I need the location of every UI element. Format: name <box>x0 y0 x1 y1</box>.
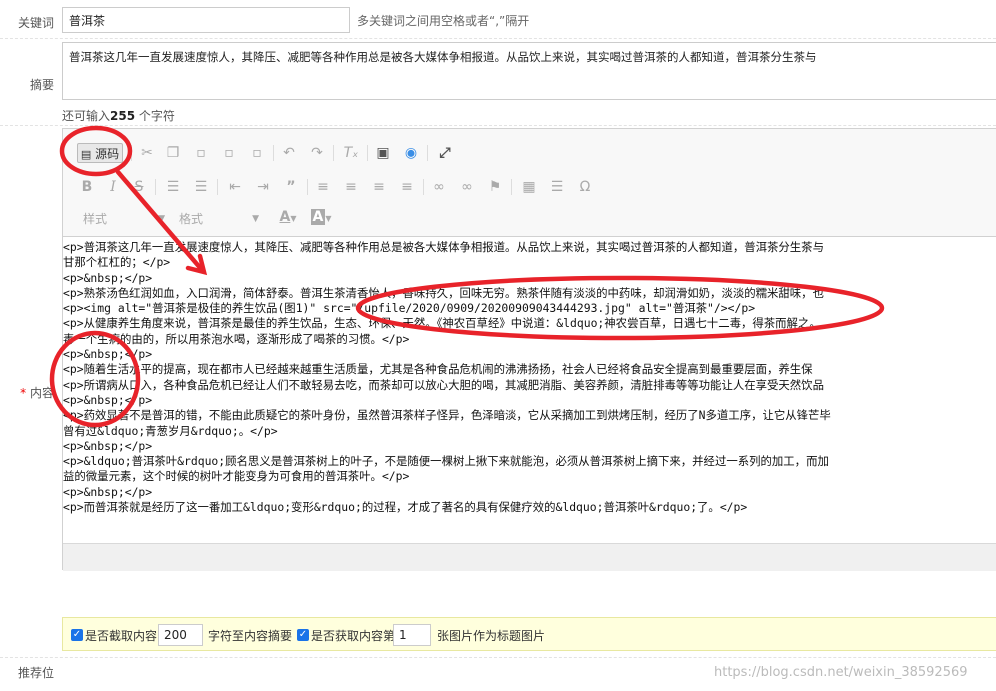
source-code-area[interactable]: <p>普洱茶这几年一直发展速度惊人，其降压、减肥等各种作用总是被各大媒体争相报道… <box>63 237 996 543</box>
bold-icon[interactable]: B <box>77 177 97 197</box>
redo-icon[interactable]: ↷ <box>307 143 327 163</box>
source-line: 甘那个杠杠的；</p> <box>63 255 171 270</box>
format-dropdown[interactable]: 格式 ▼ <box>179 209 261 229</box>
source-line: <p>药效显著不是普洱的错，不能由此质疑它的茶叶身份，虽然普洱茶样子怪异，色泽暗… <box>63 408 831 423</box>
align-center-icon[interactable]: ≡ <box>341 177 361 197</box>
maximize-icon[interactable]: ⤢ <box>435 143 455 163</box>
strikethrough-icon[interactable]: S <box>129 177 149 197</box>
source-line: <p>从健康养生角度来说，普洱茶是最佳的养生饮品，生态、环保、天然。《神农百草经… <box>63 316 821 331</box>
source-line: <p>&nbsp;</p> <box>63 347 153 362</box>
editor-resize-bar[interactable] <box>63 543 996 571</box>
content-label-text: 内容 <box>29 386 54 400</box>
text-color-button[interactable]: A▼ <box>275 207 301 227</box>
text-color-icon: A <box>279 209 291 225</box>
numbered-list-icon[interactable]: ☰ <box>163 177 183 197</box>
source-line: <p>随着生活水平的提高，现在都市人已经越来越重生活质量，尤其是各种食品危机闹的… <box>63 362 813 377</box>
horizontal-rule-icon[interactable]: ☰ <box>547 177 567 197</box>
source-line: <p>&nbsp;</p> <box>63 438 153 453</box>
remaining-number: 255 <box>110 109 136 123</box>
auto-thumb-suffix: 张图片作为标题图片 <box>437 629 546 643</box>
source-button[interactable]: ▤ 源码 <box>77 143 123 163</box>
image-icon[interactable]: ▣ <box>373 143 393 163</box>
bulleted-list-icon[interactable]: ☰ <box>191 177 211 197</box>
remaining-prefix: 还可输入 <box>62 109 111 123</box>
style-dropdown-label: 样式 <box>83 212 108 226</box>
indent-icon[interactable]: ⇥ <box>253 177 273 197</box>
paste-text-icon[interactable]: ▫ <box>219 143 239 163</box>
source-line: <p>&ldquo;普洱茶叶&rdquo;顾名思义是普洱茶树上的叶子，不是随便一… <box>63 454 829 469</box>
recommend-label: 推荐位 <box>17 666 54 680</box>
remove-format-icon[interactable]: Tₓ <box>341 143 361 163</box>
divider <box>0 38 996 39</box>
copy-icon[interactable]: ❐ <box>163 143 183 163</box>
blockquote-icon[interactable]: ” <box>281 177 301 197</box>
source-icon: ▤ <box>80 148 92 161</box>
unlink-icon[interactable]: ∞ <box>457 177 477 197</box>
italic-icon[interactable]: I <box>103 177 123 197</box>
source-line: 毒一个生病的由的，所以用茶泡水喝，逐渐形成了喝茶的习惯。</p> <box>63 331 410 346</box>
auto-summary-suffix: 字符至内容摘要 <box>208 629 293 643</box>
options-bar: ✓ 是否截取内容 200 字符至内容摘要 ✓ 是否获取内容第 1 张图片作为标题… <box>62 617 996 651</box>
rich-text-editor[interactable]: ▤ 源码 ✂ ❐ ▫ ▫ ▫ ↶ ↷ Tₓ ▣ ◉ ⤢ B I S ☰ ☰ ⇤ … <box>62 128 996 571</box>
style-dropdown[interactable]: 样式 ▼ <box>83 209 171 229</box>
source-line: <p>&nbsp;</p> <box>63 392 153 407</box>
auto-thumb-label: 是否获取内容第 <box>311 629 396 643</box>
source-label: 源码 <box>95 147 120 161</box>
paste-word-icon[interactable]: ▫ <box>247 143 267 163</box>
editor-toolbar: ▤ 源码 ✂ ❐ ▫ ▫ ▫ ↶ ↷ Tₓ ▣ ◉ ⤢ B I S ☰ ☰ ⇤ … <box>63 129 996 237</box>
special-char-icon[interactable]: Ω <box>575 177 595 197</box>
chevron-down-icon: ▼ <box>252 214 259 224</box>
keywords-hint: 多关键词之间用空格或者“,”隔开 <box>357 14 530 28</box>
divider <box>0 657 996 658</box>
justify-icon[interactable]: ≡ <box>397 177 417 197</box>
remaining-suffix: 个字符 <box>135 109 175 123</box>
summary-remaining-count: 还可输入255 个字符 <box>62 107 175 124</box>
cut-icon[interactable]: ✂ <box>137 143 157 163</box>
paste-icon[interactable]: ▫ <box>191 143 211 163</box>
table-icon[interactable]: ▦ <box>519 177 539 197</box>
auto-summary-checkbox[interactable]: ✓ <box>71 629 83 641</box>
summary-textarea[interactable]: 普洱茶这几年一直发展速度惊人，其降压、减肥等各种作用总是被各大媒体争相报道。从品… <box>62 42 996 100</box>
source-line: <p>而普洱茶就是经历了这一番加工&ldquo;变形&rdquo;的过程，才成了… <box>63 500 748 515</box>
divider <box>0 125 996 126</box>
auto-summary-count-input[interactable]: 200 <box>158 624 203 646</box>
required-mark: * <box>20 386 27 400</box>
auto-thumb-checkbox[interactable]: ✓ <box>297 629 309 641</box>
anchor-icon[interactable]: ⚑ <box>485 177 505 197</box>
source-line: <p>所谓病从口入，各种食品危机已经让人们不敢轻易去吃，而茶却可以放心大胆的喝，… <box>63 377 824 392</box>
keywords-label: 关键词 <box>17 16 54 30</box>
source-line: 益的微量元素，这个时候的树叶才能变身为可食用的普洱茶叶。</p> <box>63 469 410 484</box>
format-dropdown-label: 格式 <box>179 212 204 226</box>
content-label: * 内容 <box>20 384 54 401</box>
align-right-icon[interactable]: ≡ <box>369 177 389 197</box>
auto-thumb-index-input[interactable]: 1 <box>393 624 431 646</box>
source-line: <p><img alt="普洱茶是极佳的养生饮品(图1)" src="/upfi… <box>63 301 756 316</box>
outdent-icon[interactable]: ⇤ <box>225 177 245 197</box>
keywords-input[interactable] <box>62 7 350 33</box>
source-line: 曾有过&ldquo;青葱岁月&rdquo;。</p> <box>63 423 278 438</box>
bg-color-icon: A <box>310 209 326 225</box>
undo-icon[interactable]: ↶ <box>279 143 299 163</box>
watermark: https://blog.csdn.net/weixin_38592569 <box>714 665 968 680</box>
media-icon[interactable]: ◉ <box>401 143 421 163</box>
align-left-icon[interactable]: ≡ <box>313 177 333 197</box>
bg-color-button[interactable]: A ▼ <box>307 207 335 227</box>
source-line: <p>&nbsp;</p> <box>63 484 153 499</box>
summary-label: 摘要 <box>29 78 54 92</box>
chevron-down-icon: ▼ <box>158 214 165 224</box>
source-line: <p>普洱茶这几年一直发展速度惊人，其降压、减肥等各种作用总是被各大媒体争相报道… <box>63 240 824 254</box>
source-line: <p>&nbsp;</p> <box>63 270 153 285</box>
source-line: <p>熟茶汤色红润如血，入口润滑，简体舒泰。普洱生茶清香怡人，香味持久，回味无穷… <box>63 285 824 300</box>
auto-summary-label: 是否截取内容 <box>85 629 158 643</box>
link-icon[interactable]: ∞ <box>429 177 449 197</box>
